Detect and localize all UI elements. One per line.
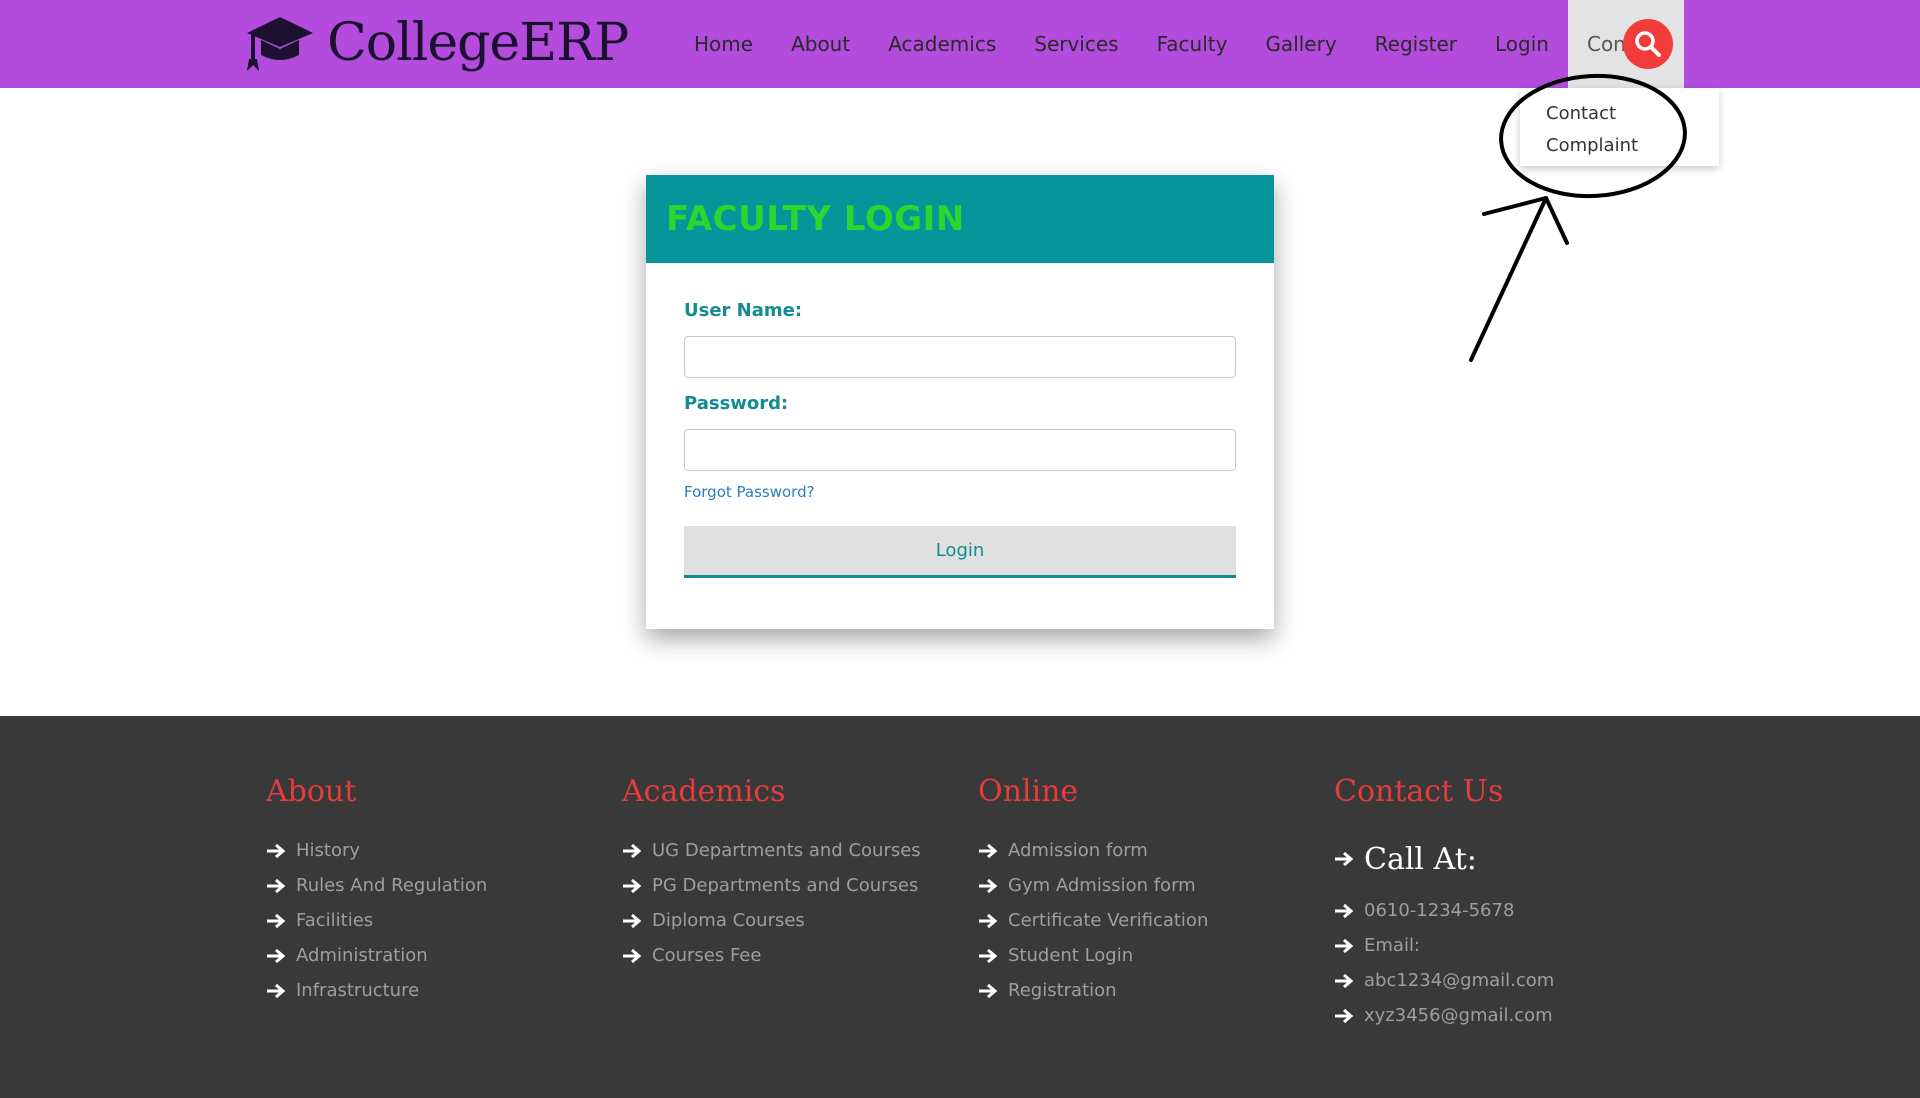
- footer-link-label: UG Departments and Courses: [652, 840, 921, 861]
- main-nav: Home About Academics Services Faculty Ga…: [675, 0, 1684, 88]
- login-button[interactable]: Login: [684, 526, 1236, 578]
- footer-link[interactable]: Infrastructure: [266, 973, 487, 1008]
- footer-link-label: Certificate Verification: [1008, 910, 1209, 931]
- arrow-right-icon: [623, 948, 642, 963]
- footer-link-label: Student Login: [1008, 945, 1134, 966]
- password-input[interactable]: [684, 429, 1236, 471]
- arrow-right-icon: [1335, 1008, 1354, 1023]
- search-button[interactable]: [1623, 19, 1673, 69]
- contact-dropdown-menu: Contact Complaint: [1520, 88, 1719, 166]
- arrow-right-icon: [979, 843, 998, 858]
- footer-link-label: PG Departments and Courses: [652, 875, 919, 896]
- footer-heading-about: About: [266, 774, 357, 809]
- arrow-right-icon: [267, 913, 286, 928]
- contact-item-label: abc1234@gmail.com: [1364, 970, 1555, 991]
- footer-link-label: History: [296, 840, 361, 861]
- arrow-right-icon: [979, 948, 998, 963]
- footer-link-label: Diploma Courses: [652, 910, 805, 931]
- footer-link-label: Rules And Regulation: [296, 875, 488, 896]
- footer-link-label: Administration: [296, 945, 428, 966]
- footer-col-about: About History Rules And Regulation Facil…: [266, 774, 487, 1008]
- contact-item-label: 0610-1234-5678: [1364, 900, 1515, 921]
- dropdown-item-contact[interactable]: Contact: [1520, 100, 1719, 132]
- nav-about[interactable]: About: [772, 0, 869, 88]
- arrow-right-icon: [1335, 851, 1354, 867]
- footer-link[interactable]: Student Login: [978, 938, 1208, 973]
- contact-phone[interactable]: 0610-1234-5678: [1334, 893, 1554, 928]
- card-title: FACULTY LOGIN: [666, 199, 965, 239]
- arrow-right-icon: [267, 843, 286, 858]
- arrow-right-icon: [979, 983, 998, 998]
- card-header: FACULTY LOGIN: [646, 175, 1274, 263]
- faculty-login-card: FACULTY LOGIN User Name: Password: Forgo…: [646, 175, 1274, 629]
- footer-col-online: Online Admission form Gym Admission form…: [978, 774, 1208, 1008]
- contact-email-label: Email:: [1334, 928, 1554, 963]
- forgot-password-link[interactable]: Forgot Password?: [684, 483, 815, 501]
- nav-academics[interactable]: Academics: [869, 0, 1015, 88]
- arrow-right-icon: [267, 983, 286, 998]
- footer-link-label: Gym Admission form: [1008, 875, 1196, 896]
- footer-link-label: Registration: [1008, 980, 1117, 1001]
- footer-link[interactable]: History: [266, 833, 487, 868]
- arrow-right-icon: [623, 843, 642, 858]
- footer-link-label: Admission form: [1008, 840, 1148, 861]
- footer-link[interactable]: Gym Admission form: [978, 868, 1208, 903]
- brand-logo[interactable]: CollegeERP: [245, 8, 629, 78]
- username-label: User Name:: [684, 300, 803, 321]
- nav-gallery[interactable]: Gallery: [1246, 0, 1355, 88]
- arrow-right-icon: [267, 948, 286, 963]
- call-at-label: Call At:: [1364, 841, 1477, 877]
- footer-link[interactable]: Facilities: [266, 903, 487, 938]
- password-label: Password:: [684, 393, 789, 414]
- arrow-right-icon: [623, 913, 642, 928]
- footer-heading-academics: Academics: [622, 774, 786, 809]
- call-at-heading: Call At:: [1334, 833, 1554, 885]
- arrow-right-icon: [623, 878, 642, 893]
- arrow-right-icon: [1335, 903, 1354, 918]
- footer-link-label: Courses Fee: [652, 945, 762, 966]
- footer-link[interactable]: Certificate Verification: [978, 903, 1208, 938]
- footer-link[interactable]: UG Departments and Courses: [622, 833, 921, 868]
- footer-col-contact: Contact Us Call At: 0610-1234-5678 Email…: [1334, 774, 1554, 1033]
- footer-link[interactable]: Registration: [978, 973, 1208, 1008]
- footer-link[interactable]: Courses Fee: [622, 938, 921, 973]
- top-navbar: CollegeERP Home About Academics Services…: [0, 0, 1920, 88]
- graduation-cap-icon: [247, 17, 313, 71]
- contact-item-label: Email:: [1364, 935, 1421, 956]
- footer-link[interactable]: PG Departments and Courses: [622, 868, 921, 903]
- footer-link[interactable]: Admission form: [978, 833, 1208, 868]
- contact-item-label: xyz3456@gmail.com: [1364, 1005, 1553, 1026]
- footer-link[interactable]: Administration: [266, 938, 487, 973]
- contact-email[interactable]: abc1234@gmail.com: [1334, 963, 1554, 998]
- footer-link-label: Facilities: [296, 910, 374, 931]
- footer-heading-online: Online: [978, 774, 1079, 809]
- username-input[interactable]: [684, 336, 1236, 378]
- footer-link-label: Infrastructure: [296, 980, 420, 1001]
- footer-link[interactable]: Diploma Courses: [622, 903, 921, 938]
- footer-link[interactable]: Rules And Regulation: [266, 868, 487, 903]
- dropdown-item-complaint[interactable]: Complaint: [1520, 132, 1719, 164]
- search-icon: [1635, 31, 1661, 57]
- nav-home[interactable]: Home: [675, 0, 772, 88]
- footer-col-academics: Academics UG Departments and Courses PG …: [622, 774, 921, 973]
- nav-services[interactable]: Services: [1015, 0, 1137, 88]
- arrow-right-icon: [1335, 973, 1354, 988]
- arrow-right-icon: [979, 913, 998, 928]
- brand-name: CollegeERP: [327, 13, 629, 73]
- arrow-right-icon: [267, 878, 286, 893]
- footer: About History Rules And Regulation Facil…: [0, 716, 1920, 1098]
- arrow-right-icon: [1335, 938, 1354, 953]
- arrow-right-icon: [979, 878, 998, 893]
- nav-login[interactable]: Login: [1476, 0, 1568, 88]
- nav-faculty[interactable]: Faculty: [1138, 0, 1247, 88]
- contact-email[interactable]: xyz3456@gmail.com: [1334, 998, 1554, 1033]
- footer-heading-contact: Contact Us: [1334, 774, 1504, 809]
- nav-register[interactable]: Register: [1356, 0, 1476, 88]
